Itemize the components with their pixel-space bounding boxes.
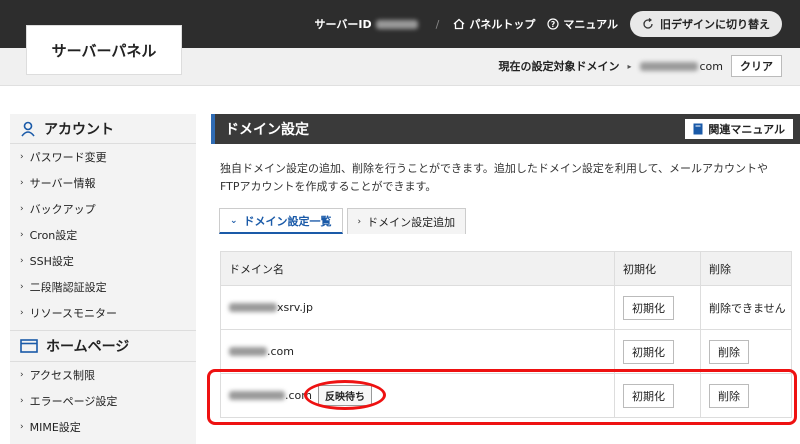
sidebar-item-resource-monitor[interactable]: › リソースモニター <box>10 300 196 326</box>
account-header-label: アカウント <box>44 121 114 138</box>
chevron-right-icon: › <box>20 152 24 162</box>
help-icon: ? <box>547 18 559 30</box>
chevron-right-icon: › <box>20 308 24 318</box>
chevron-right-icon: › <box>20 282 24 292</box>
chevron-right-icon: › <box>20 396 24 406</box>
chevron-down-icon: ⌄ <box>230 215 238 226</box>
init-button[interactable]: 初期化 <box>623 339 674 364</box>
sidebar-item-error-page[interactable]: › エラーページ設定 <box>10 388 196 414</box>
user-icon <box>21 121 35 137</box>
main-content: ドメイン設定 関連マニュアル 独自ドメイン設定の追加、削除を行うことができます。… <box>211 114 800 418</box>
sidebar-item-2fa[interactable]: › 二段階認証設定 <box>10 274 196 300</box>
related-manual-label: 関連マニュアル <box>708 123 785 136</box>
sidebar-item-label: リソースモニター <box>29 307 118 320</box>
server-id-value-blurred <box>375 19 418 29</box>
target-domain-value: com <box>639 59 724 73</box>
highlight-oval-annotation <box>304 380 386 410</box>
book-icon <box>693 123 703 135</box>
sidebar-item-label: SSH設定 <box>29 255 74 268</box>
page-title: ドメイン設定 <box>225 122 309 138</box>
target-domain-label: 現在の設定対象ドメイン <box>498 60 620 73</box>
old-design-label: 旧デザインに切り替え <box>660 18 770 31</box>
init-button[interactable]: 初期化 <box>623 295 674 320</box>
main-title-bar: ドメイン設定 関連マニュアル <box>211 114 800 144</box>
chevron-right-icon: › <box>20 256 24 266</box>
sidebar-item-label: アクセス制限 <box>29 369 96 382</box>
sidebar-item-label: バックアップ <box>29 203 96 216</box>
target-domain-suffix: com <box>699 59 724 73</box>
sidebar-item-password[interactable]: › パスワード変更 <box>10 144 196 170</box>
homepage-header-label: ホームページ <box>46 339 130 355</box>
domain-cell: .com <box>220 329 615 374</box>
target-domain: 現在の設定対象ドメイン ▸ com クリア <box>498 55 782 77</box>
clear-button[interactable]: クリア <box>731 55 782 77</box>
nav-separator: / <box>435 17 440 31</box>
init-cell: 初期化 <box>614 329 701 374</box>
app-logo[interactable]: サーバーパネル <box>26 25 182 75</box>
chevron-right-icon: › <box>20 204 24 214</box>
sidebar-header-account: アカウント <box>10 114 196 144</box>
sidebar-item-label: パスワード変更 <box>29 151 107 164</box>
tab-domain-list[interactable]: ⌄ ドメイン設定一覧 <box>219 208 343 234</box>
domain-blurred <box>639 61 698 71</box>
column-header-init: 初期化 <box>614 251 701 286</box>
init-cell: 初期化 <box>614 285 701 330</box>
domain-suffix: xsrv.jp <box>277 301 313 314</box>
sidebar-header-homepage: ホームページ <box>10 330 196 362</box>
delete-cell: 削除できません <box>700 285 792 330</box>
sidebar-item-ssh[interactable]: › SSH設定 <box>10 248 196 274</box>
old-design-button[interactable]: 旧デザインに切り替え <box>630 11 782 37</box>
sidebar: アカウント › パスワード変更 › サーバー情報 › バックアップ › Cron設定 ›… <box>10 114 196 444</box>
sidebar-item-label: MIME設定 <box>29 421 81 434</box>
tab-label: ドメイン設定一覧 <box>243 214 332 228</box>
top-right-nav: サーバーID / パネルトップ ? マニュアル 旧デザインに切り替え <box>314 0 800 48</box>
browser-window-icon <box>20 339 38 353</box>
server-id-label: サーバーID <box>314 18 372 31</box>
server-id: サーバーID <box>314 16 418 32</box>
tab-label: ドメイン設定追加 <box>367 215 456 229</box>
chevron-right-icon: › <box>20 422 24 432</box>
sidebar-item-server-info[interactable]: › サーバー情報 <box>10 170 196 196</box>
related-manual-button[interactable]: 関連マニュアル <box>685 119 793 139</box>
chevron-right-icon: › <box>20 178 24 188</box>
home-icon <box>453 18 465 30</box>
chevron-right-icon: › <box>20 230 24 240</box>
domain-blurred <box>229 303 277 312</box>
table-row: .com 初期化 削除 <box>220 329 792 374</box>
sidebar-item-label: Cron設定 <box>29 229 78 242</box>
delete-cell: 削除 <box>700 329 792 374</box>
chevron-right-icon: › <box>20 370 24 380</box>
domain-suffix: .com <box>267 345 294 358</box>
caret-right-icon: ▸ <box>627 61 632 71</box>
tab-bar: ⌄ ドメイン設定一覧 › ドメイン設定追加 <box>219 208 800 234</box>
delete-button[interactable]: 削除 <box>709 339 749 364</box>
sidebar-item-cron[interactable]: › Cron設定 <box>10 222 196 248</box>
table-header-row: ドメイン名 初期化 削除 <box>220 251 792 286</box>
sidebar-item-label: エラーページ設定 <box>29 395 118 408</box>
highlight-annotation <box>207 369 797 425</box>
sidebar-item-backup[interactable]: › バックアップ <box>10 196 196 222</box>
tab-domain-add[interactable]: › ドメイン設定追加 <box>346 208 467 234</box>
table-row: xsrv.jp 初期化 削除できません <box>220 285 792 330</box>
manual-label: マニュアル <box>563 18 618 31</box>
column-header-domain: ドメイン名 <box>220 251 615 286</box>
page-description: 独自ドメイン設定の追加、削除を行うことができます。追加したドメイン設定を利用して… <box>220 162 769 193</box>
sidebar-item-access-control[interactable]: › アクセス制限 <box>10 362 196 388</box>
refresh-icon <box>643 18 653 29</box>
panel-top-link[interactable]: パネルトップ <box>453 16 535 32</box>
panel-top-label: パネルトップ <box>469 18 536 31</box>
manual-link[interactable]: ? マニュアル <box>547 16 618 32</box>
sidebar-item-label: サーバー情報 <box>29 177 96 190</box>
sidebar-item-mime[interactable]: › MIME設定 <box>10 414 196 440</box>
svg-text:?: ? <box>551 20 555 29</box>
column-header-delete: 削除 <box>700 251 792 286</box>
domain-blurred <box>229 347 267 356</box>
domain-cell: xsrv.jp <box>220 285 615 330</box>
sidebar-item-label: 二段階認証設定 <box>29 281 107 294</box>
chevron-right-icon: › <box>357 216 362 227</box>
